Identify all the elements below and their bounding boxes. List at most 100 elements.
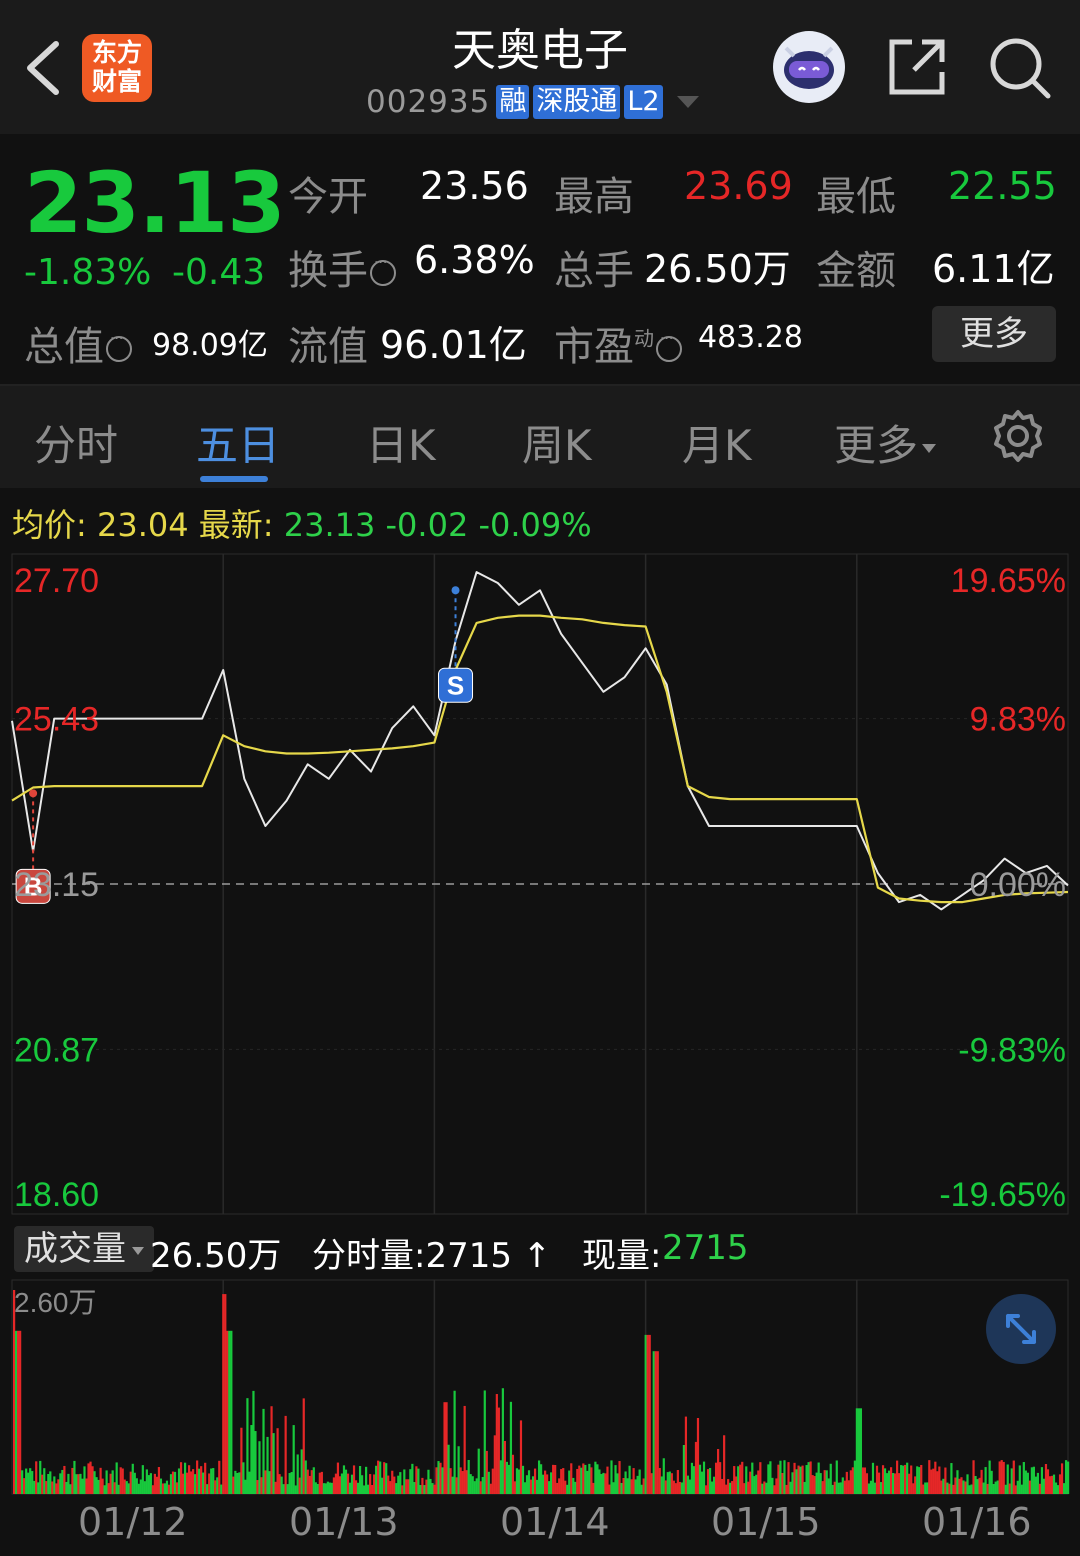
share-icon[interactable] bbox=[886, 36, 948, 98]
volume-bar bbox=[57, 1479, 60, 1494]
volume-bar bbox=[908, 1473, 911, 1494]
tab-five-day[interactable]: 五日 bbox=[196, 412, 280, 473]
volume-bar bbox=[835, 1460, 838, 1494]
volume-bar bbox=[224, 1294, 227, 1494]
volume-bar bbox=[797, 1465, 800, 1494]
volume-bar bbox=[310, 1470, 313, 1494]
app-logo[interactable]: 东方 财富 bbox=[82, 34, 152, 102]
tab-weekly-k[interactable]: 周K bbox=[522, 412, 592, 473]
turnover-label[interactable]: 换手 bbox=[288, 238, 396, 296]
volume-bar bbox=[666, 1472, 669, 1494]
volume-bar bbox=[1026, 1472, 1029, 1494]
volume-bar bbox=[127, 1483, 130, 1494]
pe-label[interactable]: 市盈动 bbox=[554, 314, 682, 372]
volume-bar bbox=[187, 1465, 191, 1494]
volume-bar bbox=[365, 1466, 368, 1494]
volume-bar bbox=[409, 1469, 412, 1494]
volume-bar bbox=[976, 1479, 979, 1494]
volume-bar bbox=[449, 1468, 452, 1494]
stock-code-row[interactable]: 002935 融 深股通 L2 bbox=[366, 82, 699, 122]
volume-bar bbox=[417, 1468, 420, 1494]
volume-bar bbox=[783, 1460, 786, 1494]
gear-icon[interactable] bbox=[990, 408, 1046, 464]
expand-icon bbox=[1006, 1314, 1036, 1344]
volume-bar bbox=[558, 1478, 561, 1494]
fullscreen-button[interactable] bbox=[986, 1294, 1056, 1364]
volume-bar bbox=[133, 1472, 136, 1494]
volume-bar bbox=[523, 1482, 527, 1494]
volume-bar bbox=[1064, 1460, 1068, 1494]
volume-bar bbox=[801, 1465, 804, 1494]
volume-bar bbox=[877, 1472, 881, 1494]
volume-bar bbox=[147, 1475, 150, 1494]
volume-bar bbox=[785, 1484, 788, 1494]
indicator-select[interactable]: 成交量 bbox=[14, 1226, 154, 1272]
volume-bar bbox=[632, 1468, 635, 1494]
volume-bar bbox=[258, 1441, 261, 1494]
volume-value: 26.50万 bbox=[644, 247, 791, 291]
volume-bar bbox=[373, 1474, 376, 1494]
volume-bar bbox=[149, 1473, 152, 1494]
volume-bar bbox=[49, 1471, 52, 1494]
volume-bar bbox=[356, 1482, 360, 1494]
volume-bar bbox=[25, 1468, 28, 1494]
volume-bar bbox=[465, 1470, 468, 1494]
volume-bar bbox=[300, 1449, 303, 1494]
search-icon[interactable] bbox=[988, 36, 1052, 100]
y-tick-label-right: 19.65% bbox=[951, 562, 1066, 600]
five-day-price-chart[interactable]: BS27.70 19.65%25.43 9.83%23.15 0.00%20.87 -9… bbox=[0, 548, 1080, 1220]
volume-bar bbox=[753, 1476, 756, 1494]
volume-bar bbox=[859, 1408, 863, 1494]
volume-bar bbox=[350, 1474, 354, 1494]
volume-bar bbox=[904, 1464, 907, 1494]
more-button[interactable]: 更多 bbox=[932, 306, 1056, 362]
volume-bar bbox=[751, 1462, 754, 1494]
volume-bar bbox=[757, 1470, 760, 1494]
volume-bar bbox=[192, 1469, 195, 1494]
volume-bar bbox=[346, 1473, 350, 1494]
volume-bar bbox=[288, 1473, 291, 1494]
volume-bar bbox=[45, 1481, 48, 1494]
back-arrow-icon[interactable] bbox=[22, 38, 66, 98]
tab-daily-k[interactable]: 日K bbox=[366, 412, 436, 473]
volume-bar bbox=[447, 1444, 450, 1494]
volume-bar bbox=[725, 1484, 728, 1494]
volume-bar bbox=[612, 1482, 615, 1494]
volume-bar bbox=[236, 1472, 239, 1494]
info-icon[interactable] bbox=[370, 255, 396, 286]
volume-bar bbox=[1012, 1460, 1015, 1494]
volume-bar bbox=[334, 1473, 338, 1494]
volume-bar bbox=[721, 1478, 724, 1494]
volume-bar bbox=[194, 1474, 197, 1494]
float-value: 96.01亿 bbox=[380, 323, 527, 367]
volume-bar bbox=[413, 1482, 416, 1494]
volume-bar bbox=[560, 1469, 563, 1494]
volume-bar bbox=[1004, 1484, 1007, 1494]
tab-monthly-k[interactable]: 月K bbox=[682, 412, 752, 473]
volume-bar bbox=[196, 1460, 199, 1494]
volume-bar bbox=[306, 1469, 309, 1494]
volume-bar bbox=[393, 1476, 396, 1494]
volume-bar bbox=[630, 1479, 633, 1494]
volume-bar bbox=[503, 1440, 506, 1494]
y-tick-label-left: 25.43 bbox=[14, 701, 99, 739]
volume-bar bbox=[729, 1482, 732, 1494]
price-line bbox=[11, 571, 1069, 911]
tab-more[interactable]: 更多 bbox=[834, 412, 937, 473]
volume-bar bbox=[1000, 1460, 1003, 1494]
volume-bar bbox=[1066, 1461, 1070, 1494]
volume-bar bbox=[552, 1464, 555, 1494]
info-icon[interactable] bbox=[656, 331, 682, 362]
tab-intraday[interactable]: 分时 bbox=[34, 412, 118, 473]
mktcap-label[interactable]: 总值 bbox=[24, 314, 132, 372]
robot-assistant-icon[interactable] bbox=[772, 30, 846, 104]
info-icon[interactable] bbox=[106, 331, 132, 362]
volume-bar bbox=[550, 1472, 553, 1494]
volume-bar bbox=[952, 1484, 955, 1494]
current-price: 23.13 bbox=[24, 154, 286, 252]
volume-bar bbox=[1050, 1475, 1054, 1494]
y-tick-label-right: 0.00% bbox=[970, 866, 1066, 904]
volume-bar bbox=[871, 1462, 875, 1494]
volume-bar bbox=[548, 1481, 551, 1494]
volume-bar bbox=[375, 1465, 378, 1494]
